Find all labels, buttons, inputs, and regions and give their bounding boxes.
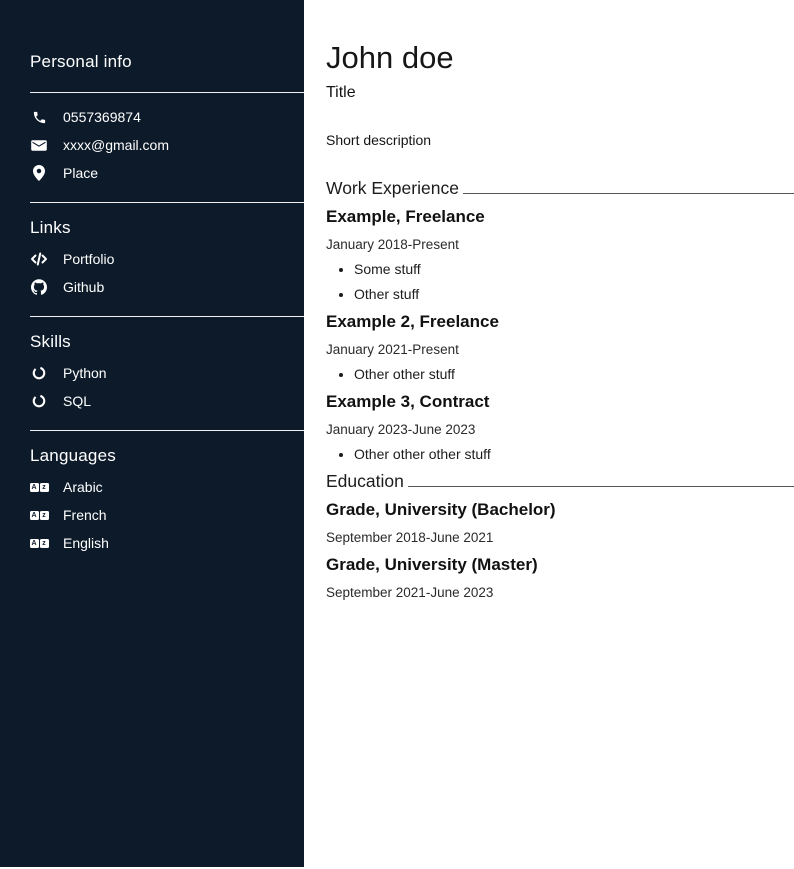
work-entry: Example 2, Freelance January 2021-Presen… [326, 313, 794, 383]
place-row: Place [30, 164, 304, 182]
bullet-item: Other other other stuff [354, 446, 794, 463]
personal-info-list: 0557369874 xxxx@gmail.com Place [30, 108, 304, 182]
short-description: Short description [326, 132, 794, 148]
sidebar-divider [30, 316, 304, 317]
phone-icon [30, 110, 48, 125]
language-icon-right: z [40, 539, 49, 548]
skill-row-sql: SQL [30, 392, 304, 410]
language-icon-left: A [30, 483, 39, 492]
language-icon: Az [30, 483, 48, 492]
entry-date: January 2018-Present [326, 237, 794, 253]
portfolio-label: Portfolio [63, 251, 114, 267]
work-entry: Example, Freelance January 2018-Present … [326, 208, 794, 303]
skill-label: SQL [63, 393, 91, 409]
language-row-french: Az French [30, 506, 304, 524]
entry-title: Example, Freelance [326, 208, 794, 226]
circle-notch-icon [30, 394, 48, 408]
entry-date: January 2023-June 2023 [326, 422, 794, 438]
place-label: Place [63, 165, 98, 181]
skill-label: Python [63, 365, 107, 381]
language-icon-right: z [40, 483, 49, 492]
location-pin-icon [30, 165, 48, 181]
sidebar-divider [30, 92, 304, 93]
entry-bullets: Some stuff Other stuff [326, 261, 794, 303]
language-label: Arabic [63, 479, 103, 495]
language-icon: Az [30, 539, 48, 548]
entry-bullets: Other other other stuff [326, 446, 794, 463]
entry-bullets: Other other stuff [326, 366, 794, 383]
main-content: John doe Title Short description Work Ex… [304, 0, 794, 869]
links-list: Portfolio Github [30, 250, 304, 296]
sidebar: Personal info 0557369874 xxxx@gmail.com … [0, 0, 304, 867]
entry-title: Grade, University (Master) [326, 556, 794, 574]
skills-heading: Skills [30, 332, 304, 352]
personal-info-heading: Personal info [30, 52, 304, 72]
entry-title: Grade, University (Bachelor) [326, 501, 794, 519]
sidebar-divider [30, 202, 304, 203]
language-row-english: Az English [30, 534, 304, 552]
education-heading: Education [326, 471, 794, 491]
person-title: Title [326, 83, 794, 102]
language-icon-left: A [30, 511, 39, 520]
section-rule [463, 193, 794, 194]
section-rule [408, 486, 794, 487]
circle-notch-icon [30, 366, 48, 380]
envelope-icon [30, 139, 48, 152]
links-heading: Links [30, 218, 304, 238]
skill-row-python: Python [30, 364, 304, 382]
skills-list: Python SQL [30, 364, 304, 410]
email-row: xxxx@gmail.com [30, 136, 304, 154]
entry-date: January 2021-Present [326, 342, 794, 358]
education-entry: Grade, University (Master) September 202… [326, 556, 794, 601]
phone-row: 0557369874 [30, 108, 304, 126]
work-experience-heading: Work Experience [326, 178, 794, 198]
github-icon [30, 279, 48, 295]
work-entry: Example 3, Contract January 2023-June 20… [326, 393, 794, 463]
language-label: English [63, 535, 109, 551]
entry-title: Example 2, Freelance [326, 313, 794, 331]
entry-title: Example 3, Contract [326, 393, 794, 411]
code-icon [30, 252, 48, 266]
language-label: French [63, 507, 107, 523]
github-link[interactable]: Github [30, 278, 304, 296]
language-row-arabic: Az Arabic [30, 478, 304, 496]
portfolio-link[interactable]: Portfolio [30, 250, 304, 268]
languages-list: Az Arabic Az French Az English [30, 478, 304, 552]
resume-page: Personal info 0557369874 xxxx@gmail.com … [0, 0, 794, 869]
bullet-item: Some stuff [354, 261, 794, 278]
education-entry: Grade, University (Bachelor) September 2… [326, 501, 794, 546]
language-icon-right: z [40, 511, 49, 520]
bullet-item: Other other stuff [354, 366, 794, 383]
language-icon-left: A [30, 539, 39, 548]
entry-date: September 2021-June 2023 [326, 585, 794, 601]
section-label: Education [326, 471, 404, 491]
email-address: xxxx@gmail.com [63, 137, 169, 153]
phone-number: 0557369874 [63, 109, 141, 125]
bullet-item: Other stuff [354, 286, 794, 303]
github-label: Github [63, 279, 104, 295]
language-icon: Az [30, 511, 48, 520]
sidebar-divider [30, 430, 304, 431]
section-label: Work Experience [326, 178, 459, 198]
entry-date: September 2018-June 2021 [326, 530, 794, 546]
person-name: John doe [326, 40, 794, 76]
languages-heading: Languages [30, 446, 304, 466]
